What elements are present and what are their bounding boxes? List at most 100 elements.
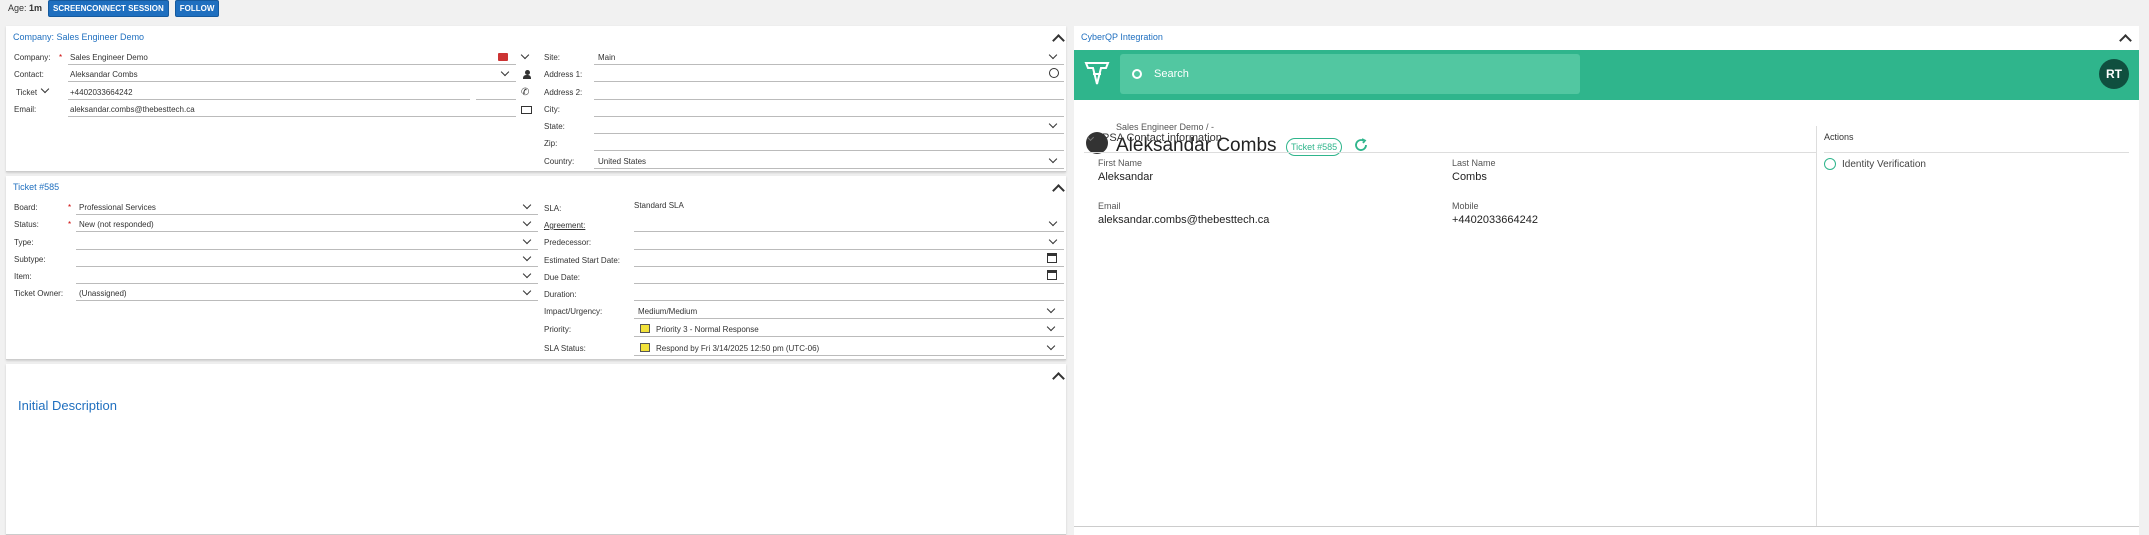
board-dropdown-icon[interactable] — [522, 200, 532, 210]
identity-verification-action[interactable]: Identity Verification — [1824, 156, 1926, 172]
company-value[interactable]: Sales Engineer Demo — [70, 53, 148, 62]
cyberqp-header: Search RT — [1074, 50, 2139, 100]
phone-icon[interactable]: ✆ — [521, 87, 529, 98]
address1-label: Address 1: — [544, 70, 583, 79]
cyberqp-panel: CyberQP Integration Search RT Sales Engi… — [1074, 26, 2139, 526]
envelope-icon[interactable] — [521, 106, 532, 114]
status-dropdown-icon[interactable] — [522, 217, 532, 227]
agreement-dropdown-icon[interactable] — [1048, 217, 1058, 227]
search-icon — [1132, 69, 1142, 79]
refresh-icon[interactable] — [1354, 138, 1368, 152]
contact-value[interactable]: Aleksandar Combs — [70, 70, 138, 79]
item-label: Item: — [14, 272, 32, 281]
email-label: Email — [1098, 201, 1121, 211]
breadcrumb: Sales Engineer Demo / - — [1116, 122, 1215, 132]
collapse-ticket-icon[interactable] — [1052, 184, 1065, 197]
first-name-value: Aleksandar — [1098, 171, 1154, 183]
email-value: aleksandar.combs@thebesttech.ca — [1098, 214, 1270, 226]
psa-contact-section-title[interactable]: PSA Contact information — [1102, 132, 1222, 144]
site-value[interactable]: Main — [598, 53, 615, 62]
mobile-label: Mobile — [1452, 201, 1479, 211]
ticket-phone-label[interactable]: Ticket — [16, 88, 37, 97]
map-pin-icon[interactable] — [1049, 68, 1059, 78]
item-dropdown-icon[interactable] — [522, 269, 532, 279]
board-value[interactable]: Professional Services — [79, 203, 156, 212]
status-value[interactable]: New (not responded) — [79, 220, 154, 229]
search-placeholder: Search — [1154, 68, 1189, 80]
initial-description-title: Initial Description — [18, 398, 117, 413]
country-dropdown-icon[interactable] — [1048, 154, 1058, 164]
sla-value: Standard SLA — [634, 201, 684, 210]
company-label: Company: — [14, 53, 51, 62]
ticket-owner-value[interactable]: (Unassigned) — [79, 289, 127, 298]
follow-button[interactable]: FOLLOW — [174, 0, 220, 17]
section-divider — [1816, 126, 1817, 526]
section-divider — [1084, 152, 1816, 153]
status-label: Status: — [14, 220, 39, 229]
last-name-value: Combs — [1452, 171, 1487, 183]
duration-label: Duration: — [544, 290, 577, 299]
owner-dropdown-icon[interactable] — [522, 286, 532, 296]
cyberqp-title: CyberQP Integration — [1081, 32, 1163, 42]
calendar-icon[interactable] — [1047, 270, 1057, 280]
calendar-icon[interactable] — [1047, 253, 1057, 263]
zip-label: Zip: — [544, 139, 558, 148]
state-label: State: — [544, 122, 565, 131]
country-label: Country: — [544, 157, 575, 166]
company-flag-icon[interactable] — [498, 53, 508, 61]
screenconnect-session-button[interactable]: SCREENCONNECT SESSION — [48, 0, 169, 17]
actions-divider — [1824, 152, 2129, 153]
impact-dropdown-icon[interactable] — [1046, 304, 1056, 314]
last-name-label: Last Name — [1452, 158, 1496, 168]
company-panel-title[interactable]: Company: Sales Engineer Demo — [13, 32, 144, 42]
user-avatar[interactable]: RT — [2099, 59, 2129, 89]
collapse-company-icon[interactable] — [1052, 34, 1065, 47]
contact-dropdown-icon[interactable] — [500, 67, 510, 77]
agreement-label[interactable]: Agreement: — [544, 221, 585, 230]
due-date-label: Due Date: — [544, 273, 581, 282]
city-label: City: — [544, 105, 560, 114]
sla-status-dropdown-icon[interactable] — [1046, 341, 1056, 351]
person-icon[interactable] — [523, 70, 531, 79]
board-label: Board: — [14, 203, 38, 212]
cyberqp-logo-icon — [1084, 62, 1110, 85]
ticket-pill[interactable]: Ticket #585 — [1286, 138, 1343, 156]
address2-label: Address 2: — [544, 88, 583, 97]
required-mark: * — [68, 220, 72, 229]
collapse-cyberqp-icon[interactable] — [2119, 34, 2132, 47]
sla-status-value[interactable]: Respond by Fri 3/14/2025 12:50 pm (UTC-0… — [656, 344, 819, 353]
contact-label: Contact: — [14, 70, 44, 79]
email-value[interactable]: aleksandar.combs@thebesttech.ca — [70, 105, 195, 114]
subtype-dropdown-icon[interactable] — [522, 252, 532, 262]
bottom-panel-edge — [1074, 526, 2139, 535]
phone-value[interactable]: +4402033664242 — [70, 88, 133, 97]
priority-value[interactable]: Priority 3 - Normal Response — [656, 325, 759, 334]
ticket-panel: Ticket #585 Board: * Professional Servic… — [6, 176, 1066, 360]
type-dropdown-icon[interactable] — [522, 235, 532, 245]
collapse-description-icon[interactable] — [1052, 372, 1065, 385]
identity-icon — [1824, 158, 1836, 170]
top-bar: Age: 1m SCREENCONNECT SESSION FOLLOW — [0, 0, 2149, 17]
phone-type-dropdown-icon[interactable] — [40, 84, 50, 94]
company-panel: Company: Sales Engineer Demo Company: * … — [6, 26, 1066, 172]
site-dropdown-icon[interactable] — [1048, 50, 1058, 60]
sla-status-label: SLA Status: — [544, 344, 586, 353]
state-dropdown-icon[interactable] — [1048, 119, 1058, 129]
impact-urgency-value[interactable]: Medium/Medium — [638, 307, 697, 316]
priority-label: Priority: — [544, 325, 572, 334]
first-name-label: First Name — [1098, 158, 1143, 168]
mobile-value: +4402033664242 — [1452, 214, 1538, 226]
identity-verification-label: Identity Verification — [1842, 158, 1926, 170]
estimated-start-label: Estimated Start Date: — [544, 256, 621, 265]
priority-dropdown-icon[interactable] — [1046, 322, 1056, 332]
description-panel — [6, 364, 1066, 535]
country-value[interactable]: United States — [598, 157, 646, 166]
company-dropdown-icon[interactable] — [520, 50, 530, 60]
predecessor-label: Predecessor: — [544, 238, 592, 247]
type-label: Type: — [14, 238, 34, 247]
search-input[interactable]: Search — [1120, 54, 1580, 94]
subtype-label: Subtype: — [14, 255, 46, 264]
predecessor-dropdown-icon[interactable] — [1048, 235, 1058, 245]
age-indicator: Age: 1m — [8, 3, 43, 13]
ticket-panel-title[interactable]: Ticket #585 — [13, 182, 59, 192]
